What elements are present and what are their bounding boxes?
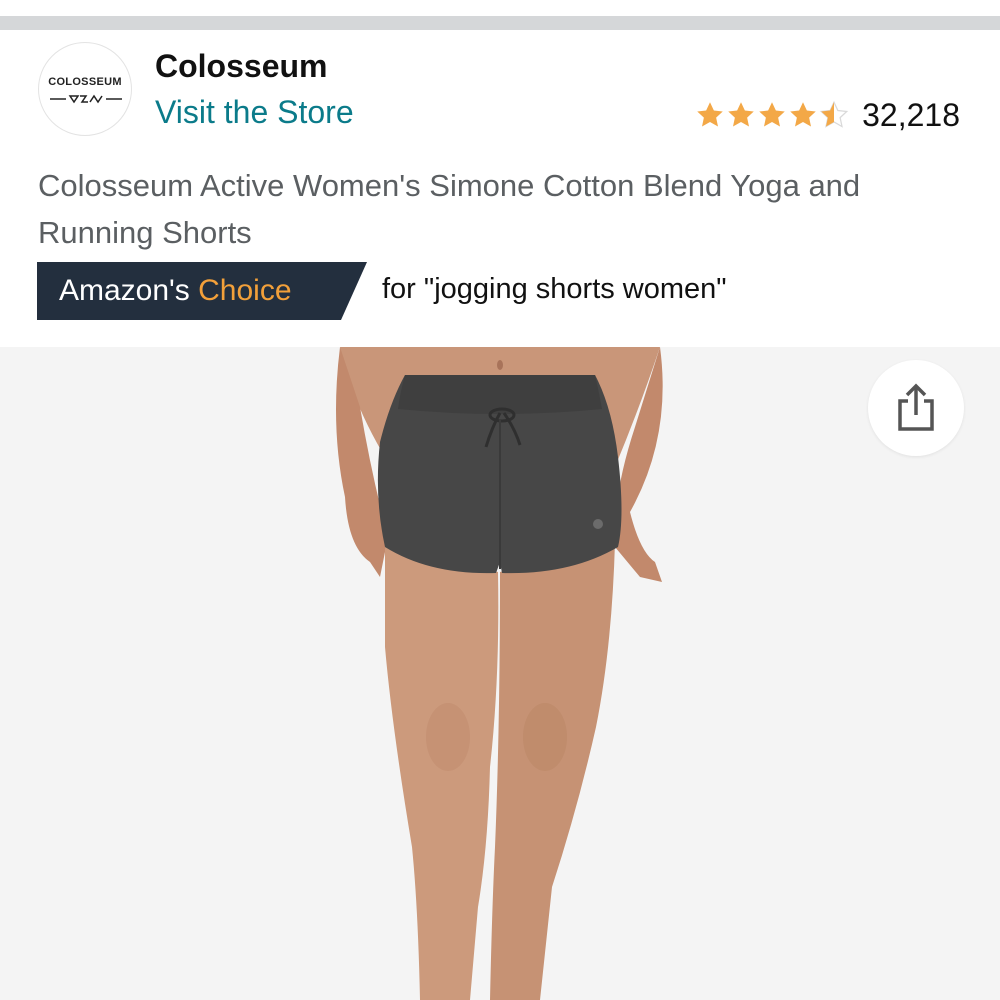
product-title: Colosseum Active Women's Simone Cotton B… bbox=[38, 168, 861, 250]
star-full-icon bbox=[728, 102, 754, 127]
share-button[interactable] bbox=[868, 360, 964, 456]
badge-prefix: Amazon's bbox=[59, 274, 190, 307]
product-page: COLOSSEUM Colosseum Visit the Store 32,2… bbox=[0, 0, 1000, 1000]
choice-query-text: for "jogging shorts women" bbox=[382, 273, 727, 305]
badge-accent: Choice bbox=[198, 274, 292, 307]
logo-wordmark: COLOSSEUM bbox=[48, 76, 122, 88]
star-full-icon bbox=[790, 102, 816, 127]
amazons-choice-badge: Amazon's Choice bbox=[37, 262, 367, 320]
star-full-icon bbox=[697, 102, 723, 127]
visit-store-link[interactable]: Visit the Store bbox=[155, 94, 354, 131]
top-divider bbox=[0, 16, 1000, 30]
product-image-area[interactable] bbox=[0, 347, 1000, 1000]
rating-summary[interactable]: 32,218 bbox=[695, 95, 960, 135]
brand-name[interactable]: Colosseum bbox=[155, 48, 327, 85]
logo-emblem-icon bbox=[50, 94, 122, 104]
share-icon bbox=[898, 383, 934, 431]
product-photo bbox=[336, 347, 663, 1000]
star-half-icon bbox=[819, 100, 849, 128]
brand-logo[interactable]: COLOSSEUM bbox=[38, 42, 132, 136]
star-full-icon bbox=[759, 102, 785, 127]
badge-label: Amazon's Choice bbox=[59, 274, 292, 308]
store-header: COLOSSEUM Colosseum Visit the Store 32,2… bbox=[0, 30, 1000, 150]
star-rating bbox=[695, 100, 850, 130]
rating-count: 32,218 bbox=[862, 96, 960, 133]
